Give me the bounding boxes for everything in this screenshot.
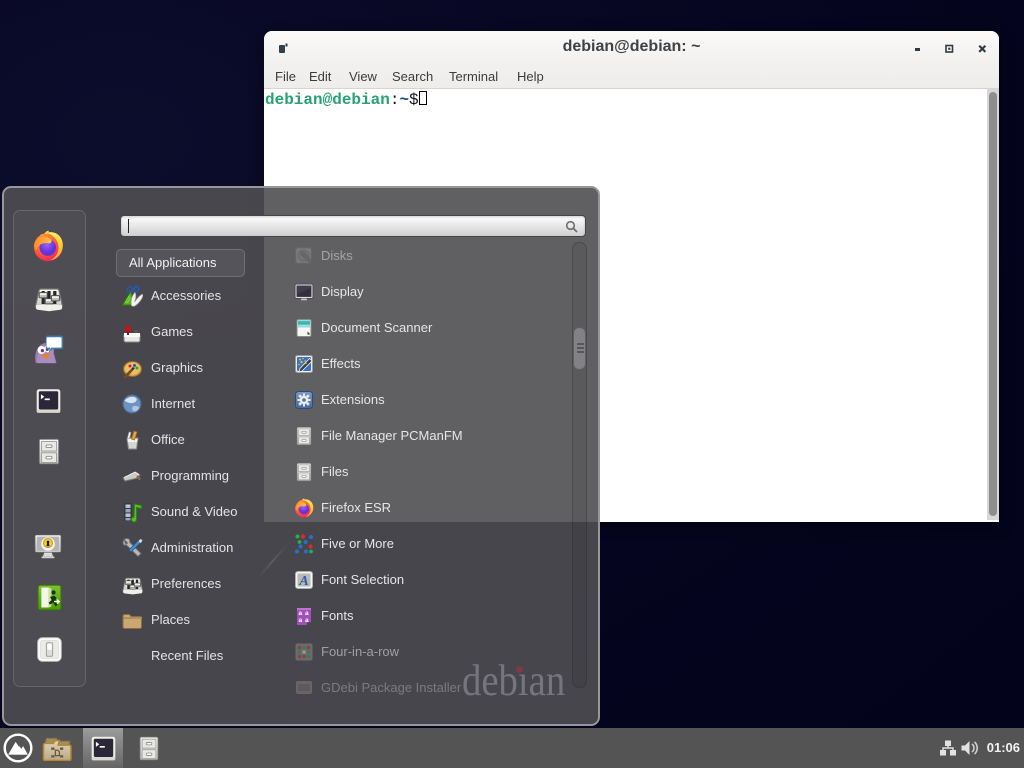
svg-text:a: a	[305, 610, 309, 617]
svg-text:A: A	[298, 574, 308, 589]
svg-text:a: a	[299, 617, 303, 624]
svg-text:a: a	[305, 617, 309, 624]
svg-text:a: a	[299, 610, 303, 617]
